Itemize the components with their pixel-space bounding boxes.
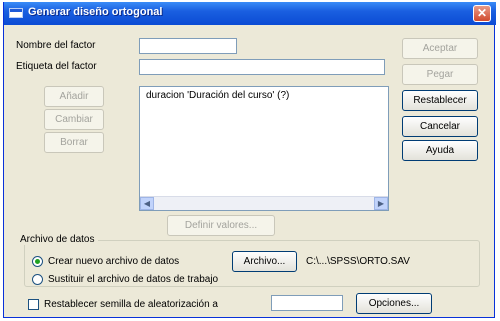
reset-seed-checkbox[interactable] xyxy=(28,299,39,310)
remove-button[interactable]: Borrar xyxy=(44,132,104,153)
file-path: C:\...\SPSS\ORTO.SAV xyxy=(306,256,410,267)
scroll-left-arrow-icon[interactable]: ◀ xyxy=(140,197,154,210)
add-button[interactable]: Añadir xyxy=(44,86,104,107)
factor-name-label: Nombre del factor xyxy=(16,40,96,51)
seed-input[interactable] xyxy=(271,295,343,311)
reset-seed-label[interactable]: Restablecer semilla de aleatorización a xyxy=(44,299,218,310)
help-button[interactable]: Ayuda xyxy=(402,140,478,161)
factor-label-input[interactable] xyxy=(139,59,385,75)
ok-button[interactable]: Aceptar xyxy=(402,38,478,59)
window-title: Generar diseño ortogonal xyxy=(28,6,163,18)
options-button[interactable]: Opciones... xyxy=(356,293,432,314)
paste-button[interactable]: Pegar xyxy=(402,64,478,85)
change-button[interactable]: Cambiar xyxy=(44,109,104,130)
dialog-window: Generar diseño ortogonal ✕ Nombre del fa… xyxy=(3,2,496,318)
close-button[interactable]: ✕ xyxy=(473,5,491,22)
horizontal-scrollbar[interactable]: ◀ ▶ xyxy=(140,196,388,210)
create-new-file-label[interactable]: Crear nuevo archivo de datos xyxy=(48,256,179,267)
factor-listbox[interactable]: duracion 'Duración del curso' (?) ◀ ▶ xyxy=(139,86,389,211)
define-values-button[interactable]: Definir valores... xyxy=(167,215,275,236)
file-button[interactable]: Archivo... xyxy=(232,251,297,272)
reset-button[interactable]: Restablecer xyxy=(402,90,478,111)
data-file-group-title: Archivo de datos xyxy=(17,234,98,245)
create-new-file-radio[interactable] xyxy=(32,256,43,267)
title-bar[interactable]: Generar diseño ortogonal ✕ xyxy=(4,2,496,25)
scroll-right-arrow-icon[interactable]: ▶ xyxy=(374,197,388,210)
factor-label-label: Etiqueta del factor xyxy=(16,61,97,72)
cancel-button[interactable]: Cancelar xyxy=(402,116,478,137)
window-icon xyxy=(9,8,23,18)
replace-file-radio[interactable] xyxy=(32,274,43,285)
replace-file-label[interactable]: Sustituir el archivo de datos de trabajo xyxy=(48,274,218,285)
factor-list-item[interactable]: duracion 'Duración del curso' (?) xyxy=(146,90,289,101)
factor-name-input[interactable] xyxy=(139,38,237,54)
